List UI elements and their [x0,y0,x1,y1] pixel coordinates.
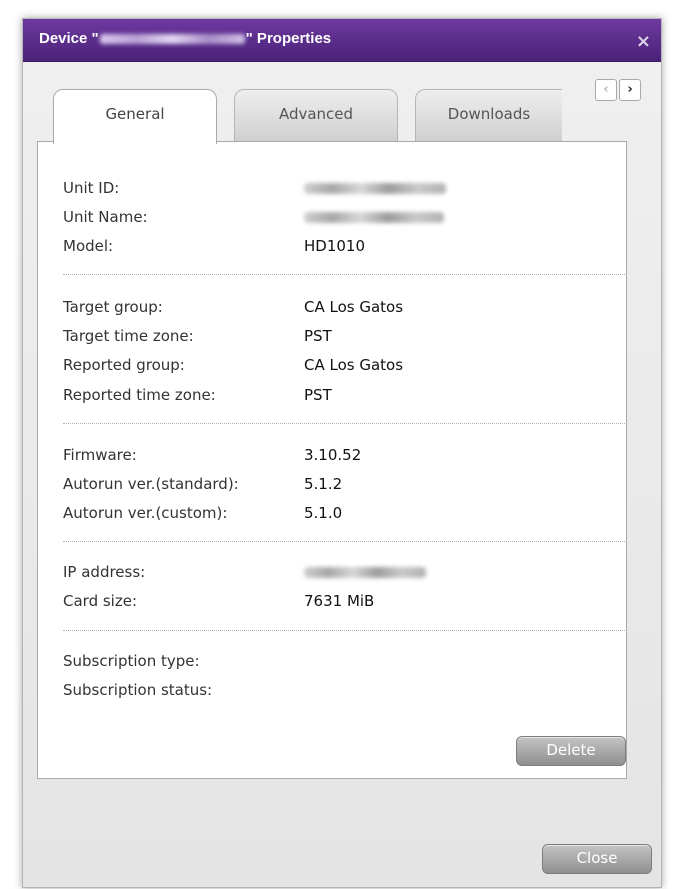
subscription-type-row: Subscription type: [63,651,304,671]
subscription-status-label: Subscription status: [63,681,213,699]
reported-group-label: Reported group: [63,356,185,374]
tab-prev-chevron-icon[interactable]: ‹ [595,79,617,101]
reported-time-zone-value: PST [304,386,332,404]
ip-address-value-redacted [304,567,426,578]
section-divider [63,630,625,631]
reported-time-zone-row: Reported time zone: PST [63,385,332,405]
firmware-row: Firmware: 3.10.52 [63,445,361,465]
target-time-zone-row: Target time zone: PST [63,326,332,346]
target-group-value: CA Los Gatos [304,298,404,316]
autorun-custom-row: Autorun ver.(custom): 5.1.0 [63,503,342,523]
model-value: HD1010 [304,237,366,255]
unit-name-row: Unit Name: [63,207,444,227]
model-row: Model: HD1010 [63,236,365,256]
section-divider [63,423,625,424]
target-group-label: Target group: [63,298,163,316]
subscription-type-label: Subscription type: [63,652,200,670]
tab-advanced[interactable]: Advanced [234,89,398,142]
reported-group-value: CA Los Gatos [304,356,404,374]
tab-general[interactable]: General [53,89,217,144]
unit-id-label: Unit ID: [63,179,120,197]
subscription-status-row: Subscription status: [63,680,304,700]
general-tab-panel: Unit ID: Unit Name: Model: HD1010 Target … [37,141,627,779]
autorun-custom-value: 5.1.0 [304,504,343,522]
target-time-zone-value: PST [304,327,332,345]
card-size-label: Card size: [63,592,137,610]
close-icon[interactable]: × [636,31,651,52]
redacted-device-name [99,34,245,45]
card-size-row: Card size: 7631 MiB [63,591,374,611]
unit-id-value-redacted [304,183,446,194]
firmware-label: Firmware: [63,446,137,464]
section-divider [63,541,625,542]
tab-general-label: General [105,105,165,123]
model-label: Model: [63,237,114,255]
unit-name-label: Unit Name: [63,208,148,226]
card-size-value: 7631 MiB [304,592,375,610]
dialog-title-prefix: Device " [39,30,99,47]
dialog-title: Device " " Properties [39,30,331,47]
autorun-standard-label: Autorun ver.(standard): [63,475,239,493]
autorun-custom-label: Autorun ver.(custom): [63,504,228,522]
close-button[interactable]: Close [542,844,652,874]
reported-time-zone-label: Reported time zone: [63,386,216,404]
target-time-zone-label: Target time zone: [63,327,194,345]
unit-name-value-redacted [304,212,444,223]
tab-downloads[interactable]: Downloads [415,89,562,142]
delete-button[interactable]: Delete [516,736,626,766]
tab-next-chevron-icon[interactable]: › [619,79,641,101]
ip-address-label: IP address: [63,563,146,581]
autorun-standard-row: Autorun ver.(standard): 5.1.2 [63,474,342,494]
device-properties-dialog: Device " " Properties × General Advanced … [22,18,662,888]
target-group-row: Target group: CA Los Gatos [63,297,403,317]
tab-advanced-label: Advanced [278,105,354,123]
section-divider [63,274,625,275]
ip-address-row: IP address: [63,562,426,582]
tab-downloads-label: Downloads [447,105,531,123]
firmware-value: 3.10.52 [304,446,362,464]
autorun-standard-value: 5.1.2 [304,475,343,493]
unit-id-row: Unit ID: [63,178,446,198]
dialog-titlebar[interactable]: Device " " Properties × [23,19,661,62]
dialog-title-suffix: " Properties [245,30,332,47]
reported-group-row: Reported group: CA Los Gatos [63,355,403,375]
